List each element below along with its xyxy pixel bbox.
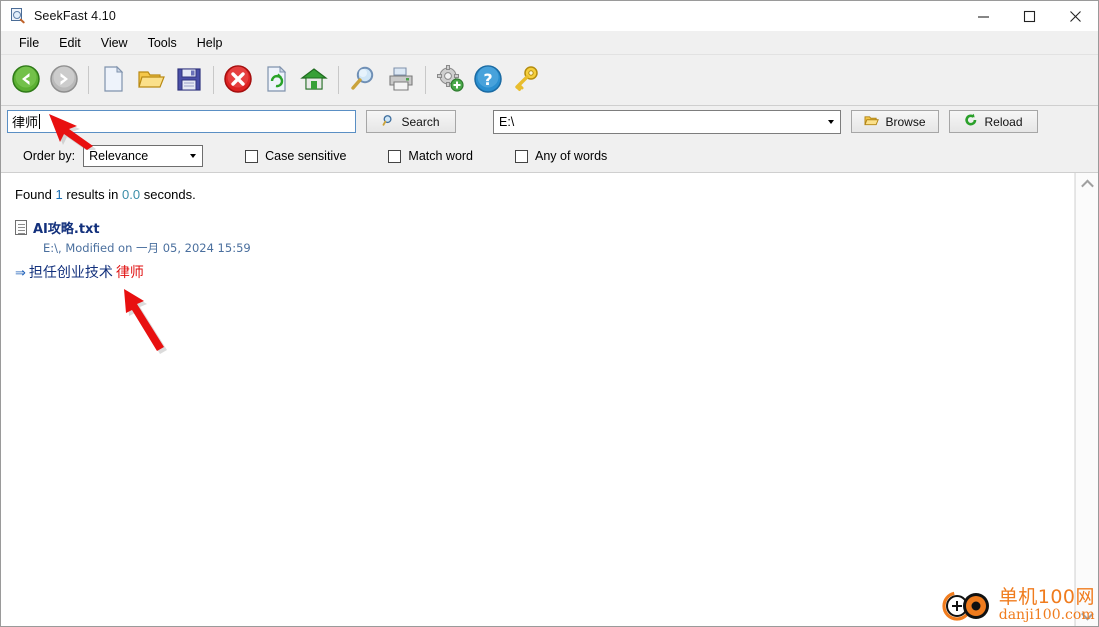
menu-item-help[interactable]: Help xyxy=(187,33,233,53)
toolbar: ? xyxy=(1,55,1098,106)
vertical-scrollbar[interactable] xyxy=(1075,173,1098,626)
minimize-button[interactable] xyxy=(960,1,1006,31)
help-icon: ? xyxy=(473,64,503,97)
save-floppy-icon xyxy=(175,65,203,96)
checkbox-box xyxy=(388,149,402,163)
path-value: E:\ xyxy=(499,115,515,129)
window-title: SeekFast 4.10 xyxy=(34,9,116,23)
options-button[interactable] xyxy=(431,59,469,101)
chevron-down-icon[interactable] xyxy=(822,111,840,133)
gear-add-icon xyxy=(435,64,465,97)
snippet-highlight: 律师 xyxy=(115,265,144,281)
forward-icon xyxy=(49,64,79,97)
browse-button-label: Browse xyxy=(885,114,926,129)
chevron-down-icon xyxy=(1080,607,1094,620)
chevron-up-icon xyxy=(1080,179,1094,192)
svg-text:?: ? xyxy=(483,70,492,89)
reload-button-label: Reload xyxy=(984,114,1023,129)
result-snippet[interactable]: ⇒ 担任创业技术 律师 xyxy=(15,262,1074,282)
home-icon xyxy=(299,64,329,97)
license-button[interactable] xyxy=(507,59,545,101)
results-count: 1 xyxy=(55,187,63,202)
case-sensitive-label: Case sensitive xyxy=(265,149,347,163)
close-button[interactable] xyxy=(1052,1,1098,31)
back-button[interactable] xyxy=(7,59,45,101)
refresh-button[interactable] xyxy=(257,59,295,101)
checkbox-box xyxy=(245,149,259,163)
browse-button[interactable]: Browse xyxy=(851,110,939,133)
reload-icon xyxy=(964,113,978,130)
open-folder-icon xyxy=(136,64,166,97)
any-of-words-label: Any of words xyxy=(535,149,608,163)
stop-icon xyxy=(223,64,253,97)
checkbox-box xyxy=(515,149,529,163)
search-toolbar-button[interactable] xyxy=(344,59,382,101)
case-sensitive-checkbox[interactable]: Case sensitive xyxy=(245,149,346,163)
new-document-button[interactable] xyxy=(94,59,132,101)
home-button[interactable] xyxy=(295,59,333,101)
menu-item-view[interactable]: View xyxy=(91,33,138,53)
any-of-words-checkbox[interactable]: Any of words xyxy=(515,149,607,163)
search-button-label: Search xyxy=(401,114,440,129)
stop-button[interactable] xyxy=(219,59,257,101)
print-icon xyxy=(386,65,416,96)
search-button[interactable]: Search xyxy=(366,110,456,133)
status-middle: results in xyxy=(66,187,119,202)
order-by-value: Relevance xyxy=(89,149,149,163)
search-row: 律师 Search E:\ Browse Reload xyxy=(1,106,1098,140)
menu-bar: File Edit View Tools Help xyxy=(1,31,1098,55)
toolbar-separator xyxy=(213,66,214,94)
maximize-button[interactable] xyxy=(1006,1,1052,31)
path-combobox[interactable]: E:\ xyxy=(493,110,841,134)
content-area: Found 1 results in 0.0 seconds. AI攻略.txt… xyxy=(1,173,1098,626)
print-button[interactable] xyxy=(382,59,420,101)
status-suffix: seconds. xyxy=(143,187,196,202)
search-magnifier-icon xyxy=(348,64,378,97)
window-controls xyxy=(960,1,1098,31)
text-caret xyxy=(39,114,41,129)
back-icon xyxy=(11,64,41,97)
search-input-value: 律师 xyxy=(12,116,39,131)
results-status: Found 1 results in 0.0 seconds. xyxy=(15,187,1074,202)
open-folder-icon xyxy=(864,114,880,130)
toolbar-separator xyxy=(338,66,339,94)
match-word-checkbox[interactable]: Match word xyxy=(388,149,473,163)
search-input[interactable]: 律师 xyxy=(7,110,356,133)
app-icon xyxy=(10,8,26,24)
toolbar-separator xyxy=(88,66,89,94)
text-file-icon xyxy=(15,220,27,235)
match-word-label: Match word xyxy=(408,149,474,163)
scroll-up-button[interactable] xyxy=(1076,173,1098,195)
scroll-down-button[interactable] xyxy=(1076,604,1098,626)
results-list: Found 1 results in 0.0 seconds. AI攻略.txt… xyxy=(1,173,1075,626)
refresh-document-icon xyxy=(262,64,290,97)
menu-item-edit[interactable]: Edit xyxy=(49,33,91,53)
result-file-link[interactable]: AI攻略.txt xyxy=(15,218,1074,237)
forward-button[interactable] xyxy=(45,59,83,101)
snippet-arrow-icon: ⇒ xyxy=(15,266,26,281)
save-button[interactable] xyxy=(170,59,208,101)
results-seconds: 0.0 xyxy=(122,187,141,202)
help-button[interactable]: ? xyxy=(469,59,507,101)
status-prefix: Found xyxy=(15,187,52,202)
options-row: Order by: Relevance Case sensitive Match… xyxy=(1,140,1098,173)
result-file-name: AI攻略.txt xyxy=(33,222,100,237)
menu-item-tools[interactable]: Tools xyxy=(138,33,187,53)
order-by-label: Order by: xyxy=(23,149,76,163)
snippet-text-before: 担任创业技术 xyxy=(28,265,113,281)
application-window: SeekFast 4.10 File Edit View Tools Help xyxy=(0,0,1099,627)
open-folder-button[interactable] xyxy=(132,59,170,101)
title-bar: SeekFast 4.10 xyxy=(1,1,1098,31)
chevron-down-icon[interactable] xyxy=(184,145,202,167)
toolbar-separator xyxy=(425,66,426,94)
new-document-icon xyxy=(99,64,127,97)
result-item: AI攻略.txt E:\, Modified on 一月 05, 2024 15… xyxy=(15,218,1074,282)
result-file-meta: E:\, Modified on 一月 05, 2024 15:59 xyxy=(43,241,251,255)
search-icon xyxy=(382,114,395,130)
menu-item-file[interactable]: File xyxy=(9,33,49,53)
key-icon xyxy=(511,64,541,97)
order-by-combobox[interactable]: Relevance xyxy=(83,145,204,167)
reload-button[interactable]: Reload xyxy=(949,110,1038,133)
